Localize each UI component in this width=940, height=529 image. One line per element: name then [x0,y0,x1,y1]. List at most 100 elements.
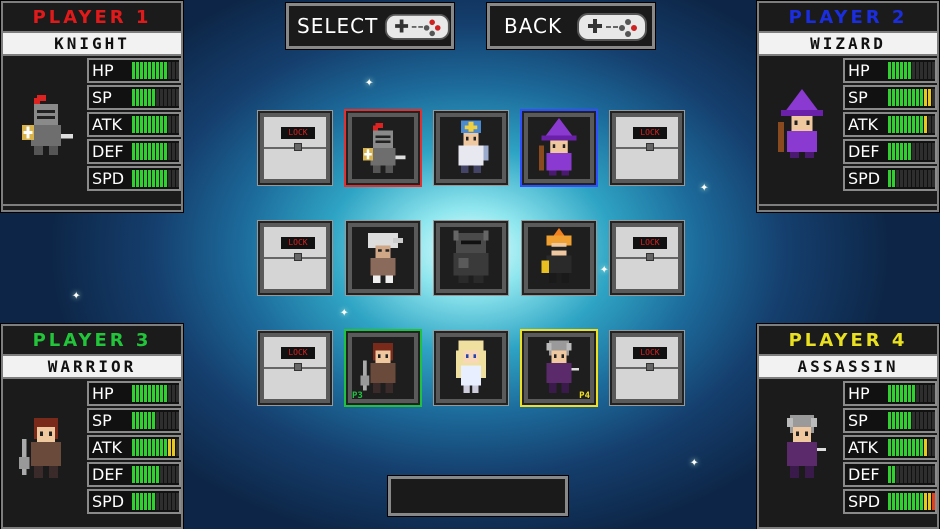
stat-bar-segment [132,439,135,456]
stat-bar-segment [132,143,135,160]
stat-bar-segment [156,116,159,133]
locked-slot: LOCK [609,330,685,406]
wizard-icon [778,89,823,158]
stat-bar-segment [148,143,151,160]
back-button[interactable]: BACK [486,2,656,50]
stat-list: HP SP ATK DEF SPD [843,58,937,193]
stat-bar-segment [152,412,155,429]
assassin-icon [787,415,826,478]
stat-bar-segment [932,116,935,133]
stat-bar [132,89,179,106]
stat-label: ATK [848,115,878,134]
character-slot[interactable]: P4 [520,329,598,407]
stat-bar-segment [152,170,155,187]
stat-bar-segment [900,143,903,160]
stat-bar-segment [916,170,919,187]
stat-label: ATK [848,438,878,457]
stat-bar-segment [168,439,171,456]
lock-icon [294,363,302,371]
stat-bar-segment [892,466,895,483]
stat-bar-segment [156,385,159,402]
character-slot[interactable] [345,220,421,296]
stat-bar [132,116,179,133]
stat-bar [888,116,935,133]
stat-label: SPD [848,492,881,511]
stat-bar [888,412,935,429]
stat-bar-segment [896,170,899,187]
armored-golem-icon [453,230,489,283]
stat-bar-segment [904,412,907,429]
stat-bar-segment [140,143,143,160]
lock-label: LOCK [633,127,667,139]
stat-bar-segment [920,89,923,106]
character-slot[interactable] [433,110,509,186]
stat-bar [132,493,179,510]
select-button[interactable]: SELECT [285,2,455,50]
stat-bar-segment [168,143,171,160]
stat-bar-segment [132,62,135,79]
stat-bar-segment [152,439,155,456]
stat-bar-segment [916,439,919,456]
stat-bar-segment [148,412,151,429]
stat-bar-segment [132,170,135,187]
stat-bar [132,412,179,429]
player-title: PLAYER 3 [3,326,181,356]
stat-bar-segment [928,116,931,133]
warrior-icon [360,343,396,393]
stat-bar-segment [908,62,911,79]
sparkle-icon: ✦ [700,179,709,195]
stat-bar-segment [164,143,167,160]
stat-bar-segment [916,466,919,483]
stat-bar-segment [900,439,903,456]
stat-bar-segment [148,170,151,187]
stat-bar-segment [156,143,159,160]
stat-row-hp: HP [87,381,181,406]
stat-bar [888,493,935,510]
player-tag: P3 [352,391,363,401]
confirm-bar[interactable] [387,475,569,517]
stat-bar-segment [920,493,923,510]
stat-bar-segment [900,89,903,106]
stat-label: SP [848,411,868,430]
stat-bar-segment [928,493,931,510]
stat-bar-segment [168,89,171,106]
stat-bar-segment [896,412,899,429]
stat-bar-segment [164,89,167,106]
character-slot[interactable] [433,330,509,406]
stat-bar-segment [172,143,175,160]
stat-bar-segment [924,89,927,106]
stat-bar-segment [160,116,163,133]
stat-bar-segment [888,466,891,483]
stat-bar-segment [908,412,911,429]
stat-bar-segment [140,170,143,187]
stat-bar-segment [160,439,163,456]
stat-label: HP [848,61,870,80]
stat-bar-segment [144,385,147,402]
stat-bar-segment [156,170,159,187]
stat-bar-segment [912,143,915,160]
stat-bar-segment [924,466,927,483]
stat-bar-segment [896,116,899,133]
character-slot[interactable] [521,220,597,296]
knight-icon [22,95,73,155]
sparkle-icon: ✦ [72,287,81,303]
stat-bar-segment [928,385,931,402]
character-slot[interactable] [520,109,598,187]
character-slot[interactable] [433,220,509,296]
stat-bar-segment [160,466,163,483]
stat-bar-segment [132,493,135,510]
stat-bar-segment [912,385,915,402]
stat-bar-segment [156,439,159,456]
stat-bar-segment [132,466,135,483]
character-slot[interactable]: P3 [344,329,422,407]
stat-bar-segment [136,89,139,106]
stat-bar [132,62,179,79]
stat-bar-segment [932,143,935,160]
stat-bar-segment [164,385,167,402]
stat-label: SP [848,88,868,107]
stat-bar-segment [160,170,163,187]
character-slot[interactable] [344,109,422,187]
stat-bar-segment [932,412,935,429]
stat-bar-segment [904,466,907,483]
stat-bar-segment [928,466,931,483]
